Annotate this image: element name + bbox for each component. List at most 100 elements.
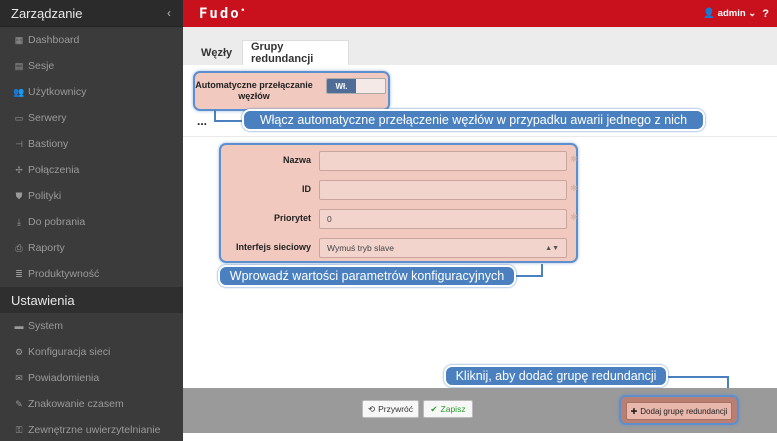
plus-icon: ✚ — [630, 406, 638, 416]
auto-switch-toggle[interactable]: Wł. — [326, 78, 386, 94]
dashboard-icon: ▦ — [14, 34, 24, 45]
sidebar-item-bastiony[interactable]: ⊣ Bastiony — [0, 131, 183, 157]
reports-icon: ⎙ — [15, 242, 23, 253]
bottom-action-bar: ⟲ Przywróć ✔ Zapisz ✚ Dodaj grupę redund… — [183, 388, 777, 433]
sidebar-item-label: Połączenia — [28, 164, 80, 176]
sidebar-item-label: Serwery — [28, 112, 67, 124]
interface-select[interactable]: Wymuś tryb slave ▲▼ — [319, 238, 567, 258]
sidebar-item-label: Zewnętrzne uwierzytelnianie — [28, 424, 161, 436]
field-row-id: ID ✱ — [221, 180, 578, 200]
sidebar-item-znakowanie-czasem[interactable]: ✎ Znakowanie czasem — [0, 391, 183, 417]
add-group-highlight: ✚ Dodaj grupę redundancji — [619, 395, 739, 425]
divider — [183, 136, 777, 137]
reset-button[interactable]: ⟲ Przywróć — [362, 400, 419, 418]
tab-redundancy-groups[interactable]: Grupy redundancji — [242, 40, 349, 65]
id-label: ID — [302, 184, 311, 194]
required-icon: ✱ — [570, 154, 578, 164]
sidebar-item-raporty[interactable]: ⎙ Raporty — [0, 235, 183, 261]
sidebar-item-serwery[interactable]: ▭ Serwery — [0, 105, 183, 131]
sidebar-item-label: Raporty — [28, 242, 65, 254]
callout-auto-switch: Włącz automatyczne przełączenie węzłów w… — [242, 109, 705, 131]
sidebar-item-powiadomienia[interactable]: ✉ Powiadomienia — [0, 365, 183, 391]
sidebar-item-label: System — [28, 320, 64, 332]
sidebar-item-label: Bastiony — [28, 138, 69, 150]
sidebar-item-zewnętrzne-uwierzytelnianie[interactable]: ⚿ Zewnętrzne uwierzytelnianie — [0, 417, 183, 441]
priority-input[interactable]: 0 — [319, 209, 567, 229]
sidebar-item-polityki[interactable]: ⛊ Polityki — [0, 183, 183, 209]
field-row-priority: Priorytet 0 ✱ — [221, 209, 578, 229]
sidebar-item-sesje[interactable]: ▤ Sesje — [0, 53, 183, 79]
callout-connector — [515, 275, 543, 277]
sidebar-item-label: Do pobrania — [28, 216, 86, 228]
reset-icon: ⟲ — [367, 403, 376, 414]
sidebar-item-label: Powiadomienia — [28, 372, 100, 384]
sessions-icon: ▤ — [14, 60, 24, 71]
bottom-strip — [183, 433, 777, 441]
logo-text: Fudo — [199, 5, 241, 22]
tab-bar: Węzły Grupy redundancji — [183, 27, 777, 65]
auto-switch-label: Automatyczne przełączanie węzłów — [195, 80, 313, 101]
save-label: Zapisz — [440, 404, 466, 414]
interface-select-value: Wymuś tryb slave — [327, 243, 394, 253]
users-icon: 👥 — [13, 86, 25, 97]
sidebar-item-użytkownicy[interactable]: 👥 Użytkownicy — [0, 79, 183, 105]
name-label: Nazwa — [282, 155, 311, 165]
callout-add-group: Kliknij, aby dodać grupę redundancji — [444, 365, 668, 387]
callout-connector — [214, 120, 242, 122]
select-arrows-icon: ▲▼ — [545, 244, 559, 252]
network-config-icon: ⚙ — [14, 346, 24, 357]
bastions-icon: ⊣ — [15, 138, 23, 149]
sidebar-item-do-pobrania[interactable]: ⤓ Do pobrania — [0, 209, 183, 235]
auto-switch-highlight: Automatyczne przełączanie węzłów Wł. — [193, 71, 390, 111]
notifications-icon: ✉ — [15, 372, 23, 383]
sidebar-item-label: Sesje — [28, 60, 55, 72]
checkmark-icon: ✔ — [430, 403, 438, 414]
required-icon: ✱ — [570, 212, 578, 222]
interface-label: Interfejs sieciowy — [235, 242, 311, 252]
sidebar-header: Zarządzanie ‹ — [0, 0, 183, 27]
add-redundancy-group-button[interactable]: ✚ Dodaj grupę redundancji — [626, 402, 732, 420]
fudo-logo[interactable]: Fudo• — [199, 6, 247, 22]
connections-icon: ✢ — [15, 164, 23, 175]
toggle-on-label: Wł. — [327, 79, 356, 93]
more-ellipsis[interactable]: ... — [197, 114, 207, 128]
save-button[interactable]: ✔ Zapisz — [423, 400, 473, 418]
priority-label: Priorytet — [273, 213, 311, 223]
sidebar-item-system[interactable]: ▬ System — [0, 313, 183, 339]
policies-icon: ⛊ — [15, 190, 23, 201]
sidebar-item-label: Znakowanie czasem — [28, 398, 124, 410]
sidebar: Zarządzanie ‹ ▦ Dashboard ▤ Sesje 👥 Użytkowni… — [0, 0, 183, 441]
name-input[interactable] — [319, 151, 567, 171]
user-icon: 👤 — [703, 8, 716, 19]
timestamping-icon: ✎ — [15, 398, 23, 409]
productivity-icon: ≣ — [15, 268, 23, 279]
field-row-interface: Interfejs sieciowy Wymuś tryb slave ▲▼ — [221, 238, 576, 258]
user-menu[interactable]: 👤 admin ⌄ ? — [703, 8, 769, 20]
top-bar: Fudo• 👤 admin ⌄ ? — [183, 0, 777, 27]
add-label: Dodaj grupę redundancji — [640, 406, 728, 416]
sidebar-item-produktywność[interactable]: ≣ Produktywność — [0, 261, 183, 287]
sidebar-item-label: Produktywność — [28, 268, 100, 280]
reset-label: Przywróć — [378, 404, 414, 414]
chevron-down-icon: ⌄ — [748, 8, 757, 19]
form-highlight: Nazwa ✱ ID ✱ Priorytet 0 ✱ Interfejs sie… — [219, 143, 578, 263]
servers-icon: ▭ — [14, 112, 24, 123]
sidebar-item-konfiguracja-sieci[interactable]: ⚙ Konfiguracja sieci — [0, 339, 183, 365]
sidebar-item-label: Dashboard — [28, 34, 80, 46]
id-input[interactable] — [319, 180, 567, 200]
sidebar-item-dashboard[interactable]: ▦ Dashboard — [0, 27, 183, 53]
callout-form: Wprowadź wartości parametrów konfiguracy… — [218, 265, 516, 287]
sidebar-item-label: Użytkownicy — [28, 86, 87, 98]
help-icon[interactable]: ? — [762, 8, 769, 20]
collapse-sidebar-icon[interactable]: ‹ — [167, 6, 171, 20]
sidebar-item-label: Konfiguracja sieci — [28, 346, 111, 358]
required-icon: ✱ — [570, 183, 578, 193]
tab-nodes[interactable]: Węzły — [193, 40, 240, 65]
username: admin — [717, 8, 746, 19]
downloads-icon: ⤓ — [17, 216, 21, 227]
external-auth-icon: ⚿ — [15, 424, 23, 435]
sidebar-section-settings: Ustawienia — [0, 287, 183, 313]
sidebar-item-połączenia[interactable]: ✢ Połączenia — [0, 157, 183, 183]
callout-connector — [667, 376, 729, 378]
field-row-name: Nazwa ✱ — [221, 151, 578, 171]
